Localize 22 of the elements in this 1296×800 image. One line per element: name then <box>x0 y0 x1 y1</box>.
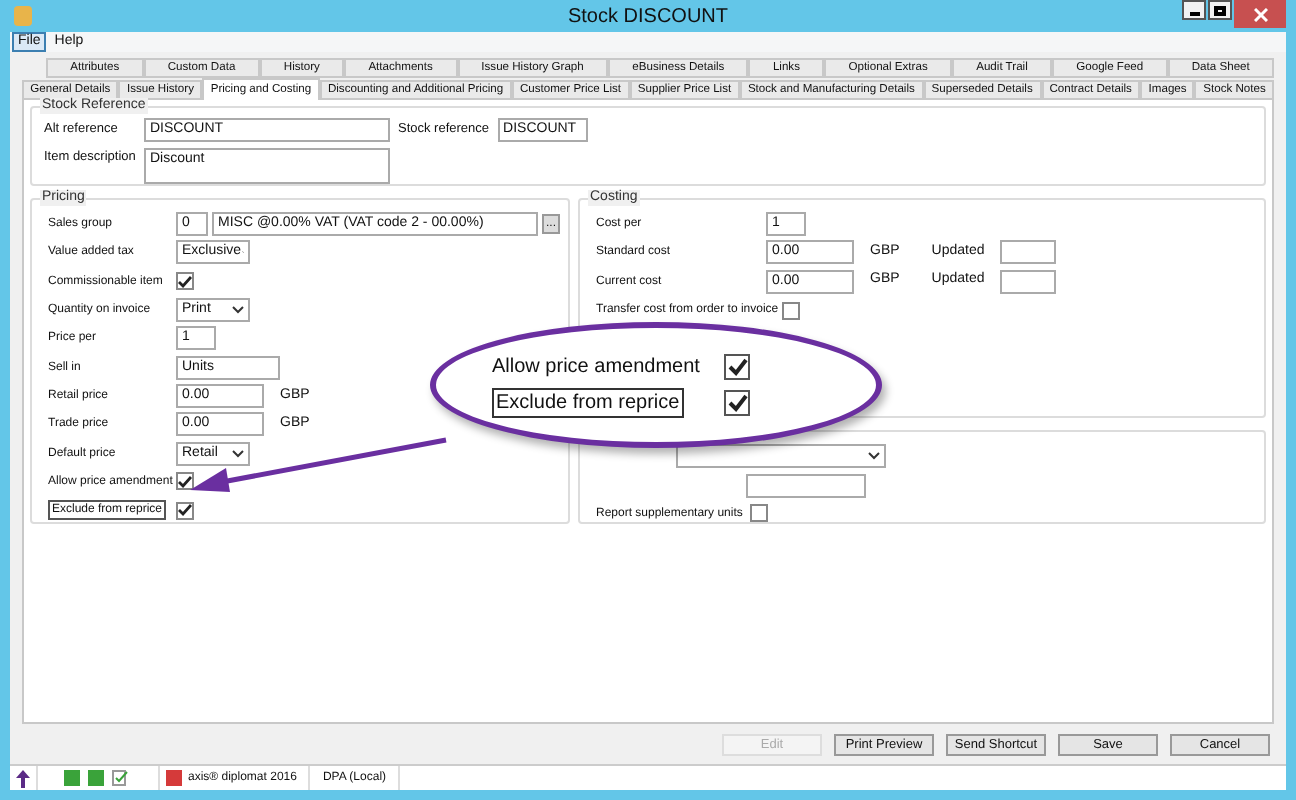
close-icon <box>1253 7 1267 21</box>
checklist-icon <box>112 770 128 786</box>
up-arrow-icon <box>16 769 30 787</box>
check-icon <box>178 475 192 488</box>
checkbox[interactable] <box>750 504 769 522</box>
dropdown[interactable] <box>676 444 886 468</box>
checkbox[interactable] <box>782 301 801 320</box>
checkbox[interactable] <box>176 501 194 520</box>
app-icon <box>14 6 32 26</box>
window-title: Stock DISCOUNT <box>567 3 728 31</box>
text-field[interactable] <box>1000 269 1057 294</box>
check-icon <box>178 504 192 517</box>
close-button[interactable] <box>1234 0 1286 28</box>
maximize-button[interactable] <box>1208 0 1232 20</box>
minimize-button[interactable] <box>1182 0 1206 20</box>
checkbox[interactable] <box>176 472 194 491</box>
text-field[interactable] <box>746 474 866 498</box>
text-field[interactable] <box>1000 240 1057 265</box>
checkbox[interactable] <box>176 272 194 291</box>
magnified-label: Allow price amendment <box>492 353 700 379</box>
check-icon <box>178 275 192 288</box>
magnified-label: Exclude from reprice <box>492 387 684 417</box>
